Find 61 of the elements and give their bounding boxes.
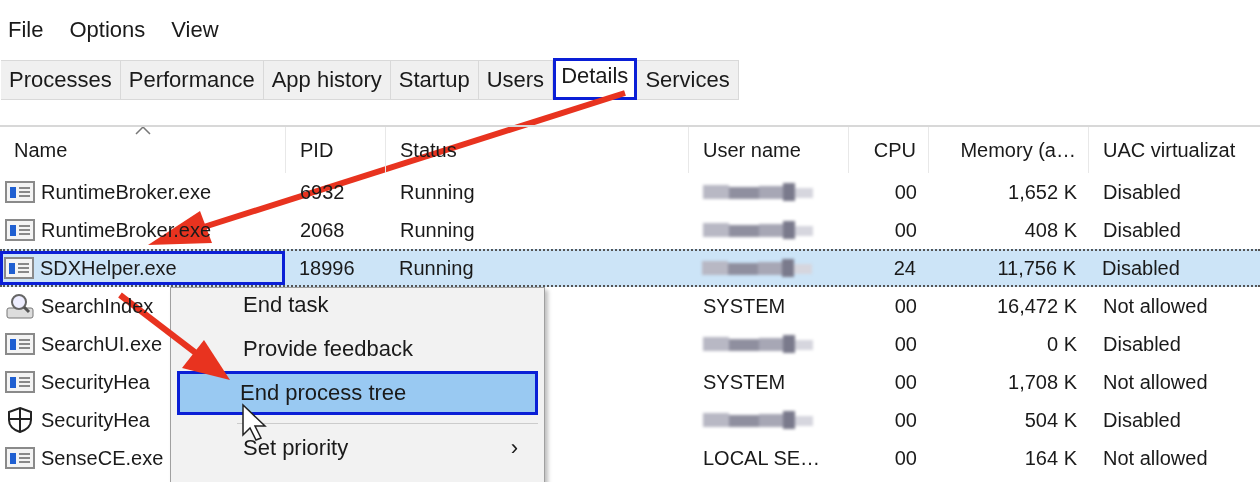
- user-cell: LOCAL SE…: [703, 446, 821, 470]
- menu-item[interactable]: View: [171, 15, 219, 43]
- memory-cell: 164 K: [1024, 446, 1077, 470]
- uac-cell: Disabled: [1103, 408, 1181, 432]
- tab[interactable]: Processes: [1, 60, 121, 100]
- pid-cell: 18996: [299, 256, 355, 280]
- user-cell: SYSTEM: [703, 294, 786, 318]
- cpu-cell: 00: [894, 446, 917, 470]
- column-header[interactable]: PID: [285, 127, 385, 173]
- column-header[interactable]: UAC virtualizat: [1088, 127, 1260, 173]
- submenu-chevron: ›: [510, 435, 518, 461]
- column-header[interactable]: Name: [0, 127, 285, 173]
- sort-caret-icon: [134, 127, 151, 135]
- process-name: SDXHelper.exe: [40, 256, 177, 280]
- cpu-cell: 00: [894, 218, 917, 242]
- status-cell: Running: [399, 256, 474, 280]
- menu-item[interactable]: Set priority ›: [177, 426, 538, 470]
- tab[interactable]: Users: [478, 60, 554, 100]
- status-cell: Running: [400, 218, 475, 242]
- cpu-cell: 24: [893, 256, 916, 280]
- tab[interactable]: App history: [263, 60, 391, 100]
- column-header[interactable]: Memory (a…: [928, 127, 1088, 173]
- tab[interactable]: Services: [637, 60, 739, 100]
- memory-cell: 1,708 K: [1008, 370, 1077, 394]
- memory-cell: 11,756 K: [997, 256, 1076, 280]
- uac-cell: Disabled: [1102, 256, 1180, 280]
- memory-cell: 408 K: [1024, 218, 1077, 242]
- process-name: RuntimeBroker.exe: [41, 180, 212, 204]
- uac-cell: Disabled: [1103, 332, 1181, 356]
- tab[interactable]: Details: [553, 58, 638, 100]
- memory-cell: 1,652 K: [1008, 180, 1077, 204]
- column-header[interactable]: User name: [688, 127, 848, 173]
- uac-cell: Not allowed: [1103, 446, 1208, 470]
- menu-item[interactable]: File: [8, 15, 44, 43]
- cpu-cell: 00: [894, 408, 917, 432]
- process-name: SearchUI.exe: [41, 332, 163, 356]
- menu-item[interactable]: Options: [69, 15, 146, 43]
- pid-cell: 2068: [300, 218, 345, 242]
- uac-cell: Not allowed: [1103, 370, 1208, 394]
- status-cell: Running: [400, 180, 475, 204]
- memory-cell: 0 K: [1046, 332, 1077, 356]
- uac-cell: Disabled: [1103, 218, 1181, 242]
- cpu-cell: 00: [894, 370, 917, 394]
- tab[interactable]: Performance: [120, 60, 264, 100]
- menu-item[interactable]: End process tree: [177, 371, 538, 415]
- memory-cell: 504 K: [1024, 408, 1077, 432]
- cpu-cell: 00: [894, 294, 917, 318]
- process-name: SenseCE.exe: [41, 446, 164, 470]
- column-header[interactable]: CPU: [848, 127, 928, 173]
- tab[interactable]: Startup: [390, 60, 479, 100]
- cpu-cell: 00: [894, 180, 917, 204]
- process-name: SecurityHea: [41, 408, 150, 432]
- uac-cell: Disabled: [1103, 180, 1181, 204]
- menu-item[interactable]: Provide feedback: [177, 327, 538, 371]
- uac-cell: Not allowed: [1103, 294, 1208, 318]
- menu-item[interactable]: End task: [177, 283, 538, 327]
- process-name: SecurityHea: [41, 370, 150, 394]
- memory-cell: 16,472 K: [996, 294, 1077, 318]
- user-cell: SYSTEM: [703, 370, 786, 394]
- cursor-icon: [242, 403, 267, 441]
- cpu-cell: 00: [894, 332, 917, 356]
